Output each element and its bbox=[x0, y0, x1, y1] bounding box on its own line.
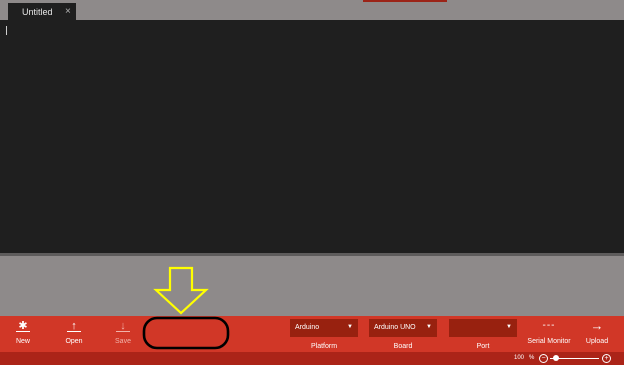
zoom-value: 100 bbox=[514, 355, 525, 361]
new-label: New bbox=[15, 338, 30, 345]
annotation-highlight-ellipse bbox=[142, 316, 230, 350]
status-bar: 100 % − + bbox=[0, 352, 624, 365]
annotation-arrow-icon bbox=[153, 266, 209, 315]
serial-monitor-label: Serial Monitor bbox=[527, 338, 571, 345]
upload-label: Upload bbox=[585, 338, 609, 345]
new-button[interactable]: ✱ New bbox=[1, 316, 45, 352]
board-value: Arduino UNO bbox=[374, 324, 416, 331]
port-select[interactable]: ▼ bbox=[449, 319, 517, 337]
tab-bar: Untitled × bbox=[0, 0, 624, 20]
platform-value: Arduino bbox=[295, 324, 320, 331]
dashes-icon: --- bbox=[542, 320, 556, 331]
arrow-right-icon: → bbox=[590, 318, 604, 333]
chevron-down-icon: ▼ bbox=[347, 324, 353, 330]
zoom-slider-thumb[interactable] bbox=[553, 355, 560, 361]
tab-label: Untitled bbox=[22, 7, 53, 17]
chevron-down-icon: ▼ bbox=[426, 324, 432, 330]
underline-decoration bbox=[67, 331, 81, 332]
board-select[interactable]: Arduino UNO ▼ bbox=[369, 319, 437, 337]
open-label: Open bbox=[65, 338, 83, 345]
platform-label: Platform bbox=[310, 343, 338, 350]
serial-monitor-button[interactable]: --- Serial Monitor bbox=[526, 316, 572, 352]
zoom-unit: % bbox=[529, 355, 535, 361]
upload-button[interactable]: → Upload bbox=[575, 316, 619, 352]
app-window: Untitled × ✱ New ↑ Open ↓ Save Arduino ▼ bbox=[0, 0, 624, 365]
toolbar: ✱ New ↑ Open ↓ Save Arduino ▼ Platform A… bbox=[0, 316, 624, 352]
underline-decoration bbox=[16, 331, 30, 332]
save-label: Save bbox=[115, 338, 131, 345]
zoom-out-icon[interactable]: − bbox=[539, 354, 548, 363]
title-accent-bar bbox=[363, 0, 447, 2]
output-panel bbox=[0, 256, 624, 316]
chevron-down-icon: ▼ bbox=[506, 324, 512, 330]
open-button[interactable]: ↑ Open bbox=[52, 316, 96, 352]
board-label: Board bbox=[393, 343, 413, 350]
tab-untitled[interactable]: Untitled × bbox=[8, 3, 76, 20]
close-icon[interactable]: × bbox=[65, 6, 71, 17]
save-button[interactable]: ↓ Save bbox=[101, 316, 145, 352]
zoom-in-icon[interactable]: + bbox=[602, 354, 611, 363]
code-editor[interactable] bbox=[0, 20, 624, 253]
text-cursor bbox=[6, 26, 7, 35]
underline-decoration bbox=[116, 331, 130, 332]
platform-select[interactable]: Arduino ▼ bbox=[290, 319, 358, 337]
port-label: Port bbox=[476, 343, 490, 350]
